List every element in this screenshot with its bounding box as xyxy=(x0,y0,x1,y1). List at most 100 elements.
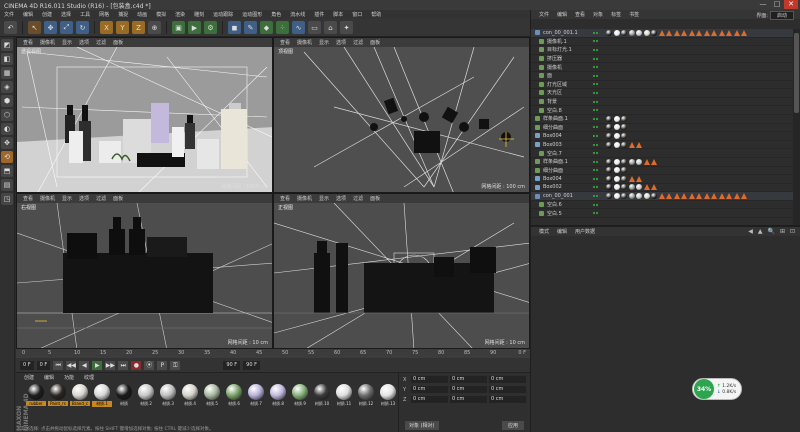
menu-item[interactable]: 运动跟踪 xyxy=(213,11,233,18)
menu-item[interactable]: 帮助 xyxy=(371,11,381,18)
material-tag-icon[interactable] xyxy=(613,167,620,174)
object-row[interactable]: Box002 xyxy=(531,184,793,193)
material-tag-icon[interactable] xyxy=(621,158,627,165)
object-menu-item[interactable]: 书签 xyxy=(629,11,639,18)
timeline-ruler[interactable]: 0 F 0 5 10 15 20 25 30 35 40 45 50 55 60 65 70 75 80 85 90 xyxy=(16,349,530,358)
texture-tag-icon[interactable] xyxy=(741,193,747,200)
left-tool-icon[interactable]: ✥ xyxy=(1,137,13,149)
material-tag-icon[interactable] xyxy=(606,115,612,122)
deformer-icon[interactable]: ∿ xyxy=(292,21,305,34)
vp-menu-panel[interactable]: 面板 xyxy=(113,195,123,202)
texture-tag-icon[interactable] xyxy=(741,29,747,36)
visibility-flags[interactable] xyxy=(593,203,598,206)
left-tool-icon[interactable]: ▤ xyxy=(1,179,13,191)
material-tag-icon[interactable] xyxy=(613,184,620,191)
material-tag-icon[interactable] xyxy=(621,167,627,174)
visibility-flags[interactable] xyxy=(593,177,598,180)
playback-button[interactable]: ⏮ xyxy=(53,360,64,370)
current-frame-field[interactable]: 0 F xyxy=(36,360,51,370)
material-swatch[interactable]: 材质.13 xyxy=(378,384,398,407)
material-swatch[interactable]: 材质 xyxy=(114,384,134,407)
object-menu-item[interactable]: 查看 xyxy=(575,11,585,18)
undo-icon[interactable]: ↶ xyxy=(4,21,17,34)
material-tag-icon[interactable] xyxy=(636,158,642,165)
vp-menu-camera[interactable]: 摄像机 xyxy=(40,39,55,46)
vp-menu-options[interactable]: 选项 xyxy=(336,195,346,202)
visibility-flags[interactable] xyxy=(593,40,598,43)
material-swatch[interactable]: 材质.7 xyxy=(246,384,266,407)
playback-button[interactable]: ⏭ xyxy=(118,360,129,370)
coord-rotation-field[interactable]: 0 cm xyxy=(489,386,526,393)
texture-tag-icon[interactable] xyxy=(696,193,702,200)
object-menu-item[interactable]: 文件 xyxy=(539,11,549,18)
visibility-flags[interactable] xyxy=(593,195,598,198)
material-tag-icon[interactable] xyxy=(621,184,627,191)
visibility-flags[interactable] xyxy=(593,74,598,77)
material-tag-icon[interactable] xyxy=(621,132,627,139)
apply-button[interactable]: 应用 xyxy=(501,421,524,430)
texture-tag-icon[interactable] xyxy=(658,29,665,36)
left-tool-icon[interactable]: ⬢ xyxy=(1,95,13,107)
material-tag-icon[interactable] xyxy=(613,115,620,122)
playback-button[interactable]: ⦿ xyxy=(144,360,155,370)
object-row[interactable]: 细分曲面 xyxy=(531,167,793,176)
texture-tag-icon[interactable] xyxy=(636,141,642,148)
object-menu-item[interactable]: 对象 xyxy=(593,11,603,18)
object-row[interactable]: Box003 xyxy=(531,141,793,150)
viewport-perspective[interactable]: 查看 摄像机 显示 选项 过滤 面板 透视视图 网格间距: 1000 cm xyxy=(16,37,273,193)
material-tag-icon[interactable] xyxy=(636,193,642,200)
object-menu-item[interactable]: 编辑 xyxy=(557,11,567,18)
render-view-icon[interactable]: ▣ xyxy=(172,21,185,34)
texture-tag-icon[interactable] xyxy=(718,193,725,200)
object-row[interactable]: 背景 xyxy=(531,98,793,107)
rotate-icon[interactable]: ↻ xyxy=(76,21,89,34)
material-swatch[interactable]: 材质.2 xyxy=(136,384,156,407)
coord-mode-dropdown[interactable]: 对象 (相对) xyxy=(405,421,439,430)
material-tag-icon[interactable] xyxy=(621,29,627,36)
texture-tag-icon[interactable] xyxy=(681,193,687,200)
visibility-flags[interactable] xyxy=(593,83,598,86)
material-tag-icon[interactable] xyxy=(628,193,635,200)
camera-icon[interactable]: ⌂ xyxy=(324,21,337,34)
vp-menu-options[interactable]: 选项 xyxy=(79,39,89,46)
material-tag-icon[interactable] xyxy=(606,158,612,165)
material-tag-icon[interactable] xyxy=(621,115,627,122)
left-tool-icon[interactable]: ◩ xyxy=(1,39,13,51)
material-tag-icon[interactable] xyxy=(613,124,620,131)
object-row[interactable]: 空白.5 xyxy=(531,209,793,219)
left-tool-icon[interactable]: ◐ xyxy=(1,123,13,135)
material-tag-icon[interactable] xyxy=(606,141,612,148)
vp-menu-display[interactable]: 显示 xyxy=(62,39,72,46)
visibility-flags[interactable] xyxy=(593,117,598,120)
vp-menu-filter[interactable]: 过滤 xyxy=(353,195,363,202)
visibility-flags[interactable] xyxy=(593,143,598,146)
playback-button[interactable]: ◀◀ xyxy=(66,360,77,370)
texture-tag-icon[interactable] xyxy=(726,29,732,36)
end-frame-field[interactable]: 90 F xyxy=(223,360,241,370)
material-swatch[interactable]: 材质.5 xyxy=(202,384,222,407)
object-row[interactable]: 天光区 xyxy=(531,89,793,98)
subdivision-icon[interactable]: ◆ xyxy=(260,21,273,34)
vp-menu-view[interactable]: 查看 xyxy=(280,39,290,46)
texture-tag-icon[interactable] xyxy=(688,29,695,36)
y-axis-icon[interactable]: Y xyxy=(116,21,129,34)
vp-menu-camera[interactable]: 摄像机 xyxy=(297,195,312,202)
object-row[interactable]: 样条曲面.1 xyxy=(531,115,793,124)
texture-tag-icon[interactable] xyxy=(651,184,657,191)
material-tag-icon[interactable] xyxy=(613,141,620,148)
object-row[interactable]: 摄像机 xyxy=(531,63,793,72)
texture-tag-icon[interactable] xyxy=(726,193,732,200)
material-tag-icon[interactable] xyxy=(613,132,620,139)
menu-item[interactable]: 雕刻 xyxy=(194,11,204,18)
texture-tag-icon[interactable] xyxy=(681,29,687,36)
render-picture-icon[interactable]: ▶ xyxy=(188,21,201,34)
minimize-button[interactable]: — xyxy=(756,0,770,9)
left-tool-icon[interactable]: ◳ xyxy=(1,193,13,205)
material-swatch[interactable]: 材质.10 xyxy=(312,384,332,407)
vp-menu-filter[interactable]: 过滤 xyxy=(96,195,106,202)
object-list-scrollbar[interactable] xyxy=(793,29,800,225)
visibility-flags[interactable] xyxy=(593,169,598,172)
move-icon[interactable]: ✥ xyxy=(44,21,57,34)
light-icon[interactable]: ✦ xyxy=(340,21,353,34)
material-tag-icon[interactable] xyxy=(613,175,620,182)
